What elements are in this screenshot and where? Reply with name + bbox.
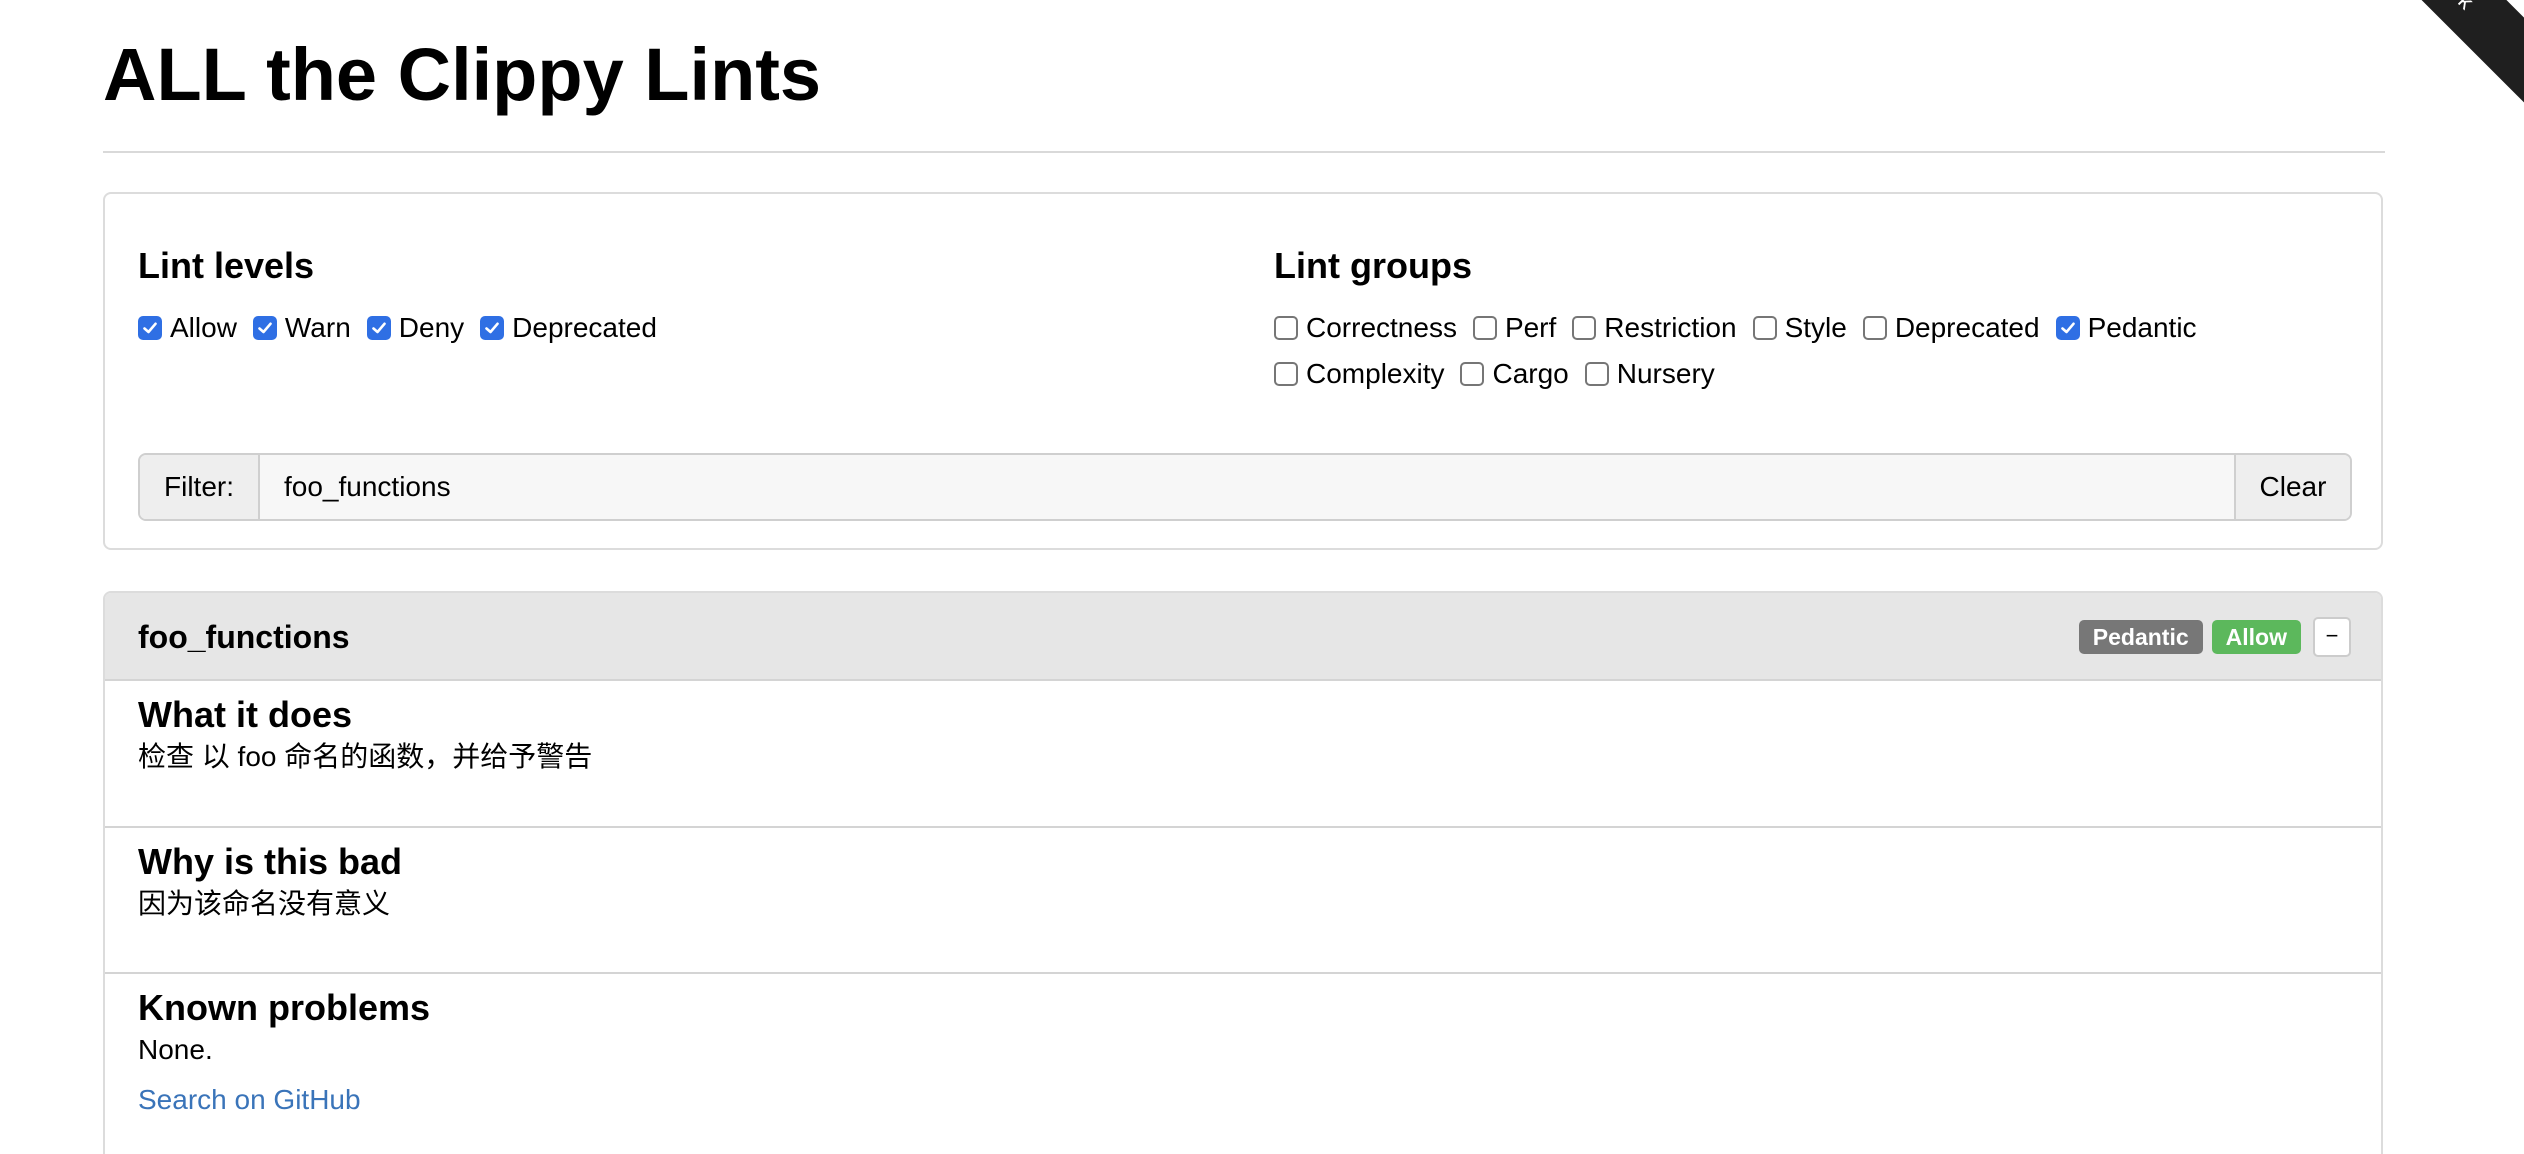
checkbox-group-correctness[interactable]: Correctness (1274, 312, 1457, 344)
checkbox-level-deny[interactable]: Deny (366, 312, 465, 344)
doc-heading: Why is this bad (138, 841, 403, 882)
checkbox-label: Perf (1504, 312, 1557, 343)
settings-panel: Lint levels Allow Warn Deny Deprecated L… (103, 192, 2383, 550)
lint-card: foo_functions Pedantic Allow − What it d… (103, 591, 2383, 1154)
checkbox-unchecked-icon[interactable] (1274, 316, 1298, 340)
checkbox-unchecked-icon[interactable] (1584, 362, 1609, 386)
fork-ribbon[interactable]: Fork (2340, 0, 2524, 104)
checkbox-unchecked-icon[interactable] (1274, 362, 1298, 386)
checkbox-label: Nursery (1616, 358, 1715, 389)
checkbox-level-deprecated[interactable]: Deprecated (480, 312, 657, 344)
filter-input[interactable] (260, 455, 2234, 519)
checkbox-unchecked-icon[interactable] (1472, 316, 1497, 340)
checkbox-unchecked-icon[interactable] (1752, 316, 1777, 340)
checkbox-group-pedantic[interactable]: Pedantic (2055, 312, 2197, 344)
doc-text: 因为该命名没有意义 (138, 888, 391, 919)
lint-groups-heading: Lint groups (1274, 245, 1472, 286)
lint-levels-checkboxes: Allow Warn Deny Deprecated (138, 308, 673, 348)
lint-groups-checkboxes-row1: Correctness Perf Restriction Style Depre… (1274, 308, 2213, 348)
clear-button[interactable]: Clear (2234, 455, 2350, 519)
checkbox-checked-icon[interactable] (252, 316, 277, 340)
checkbox-unchecked-icon[interactable] (1862, 316, 1887, 340)
checkbox-level-warn[interactable]: Warn (252, 312, 351, 344)
doc-heading: What it does (138, 694, 352, 735)
checkbox-label: Deprecated (1894, 312, 2040, 343)
checkbox-group-deprecated[interactable]: Deprecated (1862, 312, 2040, 344)
doc-section-why-is-this-bad: Why is this bad 因为该命名没有意义 (105, 828, 2381, 974)
checkbox-label: Restriction (1604, 312, 1737, 343)
collapse-toggle-button[interactable]: − (2313, 617, 2351, 657)
lint-name: foo_functions (138, 619, 350, 655)
page-title: ALL the Clippy Lints (103, 33, 822, 116)
page: Fork ALL the Clippy Lints Lint levels Al… (0, 0, 2524, 1154)
checkbox-label: Allow (170, 312, 237, 343)
checkbox-checked-icon[interactable] (138, 316, 162, 340)
checkbox-group-nursery[interactable]: Nursery (1584, 358, 1715, 390)
lint-labels: Pedantic Allow − (2078, 617, 2351, 657)
filter-bar: Filter: Clear (138, 453, 2352, 521)
checkbox-unchecked-icon[interactable] (1460, 362, 1485, 386)
checkbox-label: Cargo (1492, 358, 1569, 389)
filter-label: Filter: (140, 455, 260, 519)
checkbox-label: Warn (284, 312, 351, 343)
checkbox-label: Correctness (1306, 312, 1457, 343)
github-link-wrapper: Search on GitHub (138, 1084, 2381, 1116)
doc-heading: Known problems (138, 987, 431, 1028)
checkbox-checked-icon[interactable] (2055, 316, 2080, 340)
group-badge: Pedantic (2078, 620, 2203, 654)
lint-levels-heading: Lint levels (138, 245, 315, 286)
checkbox-group-cargo[interactable]: Cargo (1460, 358, 1569, 390)
lint-header[interactable]: foo_functions Pedantic Allow − (105, 593, 2381, 681)
doc-text: 检查 以 foo 命名的函数，并给予警告 (138, 741, 593, 772)
checkbox-group-complexity[interactable]: Complexity (1274, 358, 1444, 390)
checkbox-label: Complexity (1306, 358, 1445, 389)
checkbox-group-style[interactable]: Style (1752, 312, 1847, 344)
level-badge: Allow (2211, 620, 2301, 654)
checkbox-group-restriction[interactable]: Restriction (1572, 312, 1737, 344)
checkbox-checked-icon[interactable] (480, 316, 505, 340)
checkbox-label: Deny (398, 312, 465, 343)
checkbox-label: Deprecated (512, 312, 657, 343)
doc-section-what-it-does: What it does 检查 以 foo 命名的函数，并给予警告 (105, 681, 2381, 828)
doc-section-known-problems: Known problems None. Search on GitHub (105, 974, 2381, 1154)
checkbox-label: Pedantic (2087, 312, 2197, 343)
doc-text: None. (138, 1034, 213, 1065)
checkbox-level-allow[interactable]: Allow (138, 312, 237, 344)
title-divider (103, 151, 2385, 153)
checkbox-checked-icon[interactable] (366, 316, 391, 340)
checkbox-unchecked-icon[interactable] (1572, 316, 1597, 340)
checkbox-group-perf[interactable]: Perf (1472, 312, 1557, 344)
fork-ribbon-label: Fork (2430, 0, 2479, 14)
lint-groups-checkboxes-row2: Complexity Cargo Nursery (1274, 354, 1731, 394)
checkbox-label: Style (1784, 312, 1847, 343)
search-on-github-link[interactable]: Search on GitHub (138, 1084, 361, 1115)
